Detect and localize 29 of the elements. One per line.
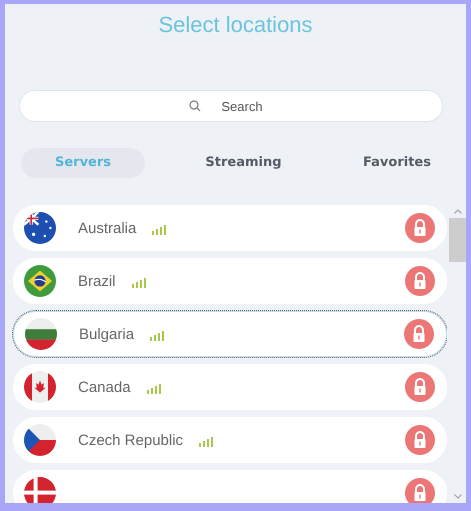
signal-icon (150, 331, 164, 341)
scroll-thumb[interactable] (449, 218, 466, 262)
location-row[interactable]: Brazil (13, 258, 447, 304)
flag-icon (24, 212, 56, 244)
flag-icon (24, 424, 56, 456)
scroll-down-icon[interactable] (454, 494, 462, 499)
tab[interactable]: Favorites (342, 148, 452, 178)
location-row[interactable]: Bulgaria (13, 311, 447, 357)
country-name: Bulgaria (79, 326, 134, 342)
location-row[interactable]: Canada (13, 364, 447, 410)
signal-icon (152, 225, 166, 235)
location-row[interactable]: Australia (13, 205, 447, 251)
scroll-up-icon[interactable] (454, 209, 462, 214)
tab[interactable]: Streaming (182, 148, 306, 178)
flag-icon (25, 318, 57, 350)
flag-icon (24, 371, 56, 403)
flag-icon (24, 265, 56, 297)
country-name: Brazil (78, 272, 116, 290)
page-title: Select locations (158, 12, 313, 38)
flag-icon (24, 477, 56, 503)
search-field[interactable]: Search (19, 90, 443, 122)
signal-icon (199, 437, 214, 447)
location-row[interactable]: Czech Republic (13, 417, 447, 463)
signal-icon (132, 278, 146, 288)
country-name: Canada (78, 378, 131, 396)
country-name: Australia (78, 220, 136, 236)
country-name: Czech Republic (78, 432, 184, 448)
location-row[interactable] (13, 470, 447, 503)
signal-icon (146, 384, 161, 394)
